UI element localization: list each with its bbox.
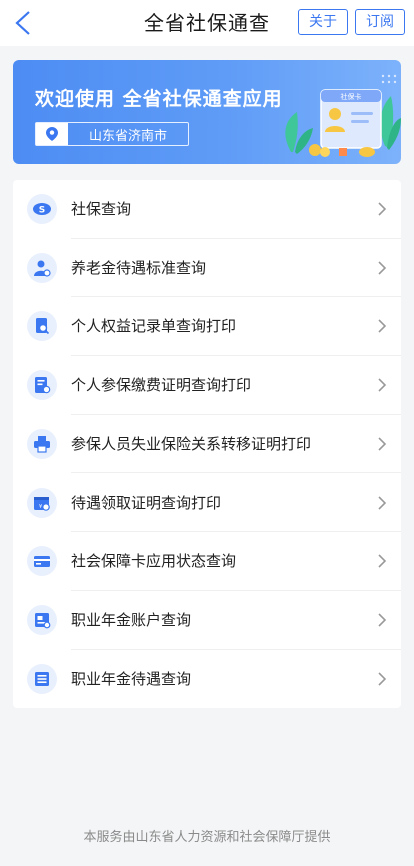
chevron-right-icon — [378, 202, 387, 216]
menu-item-label: 个人权益记录单查询打印 — [71, 317, 237, 336]
card-icon — [27, 546, 57, 577]
menu-item-payment-certificate-print[interactable]: 个人参保缴费证明查询打印 — [13, 356, 401, 415]
social-card-illustration: 社保卡 — [285, 74, 401, 157]
menu-item-label: 社保查询 — [71, 200, 132, 218]
svg-text:¥: ¥ — [39, 504, 42, 510]
menu-item-label: 个人参保缴费证明查询打印 — [71, 376, 252, 395]
payment-certificate-icon — [27, 370, 57, 401]
chevron-right-icon — [378, 554, 387, 568]
menu-item-annuity-account-query[interactable]: 职业年金账户查询 — [13, 591, 401, 650]
menu-item-annuity-benefit-query[interactable]: 职业年金待遇查询 — [13, 650, 401, 709]
chevron-right-icon — [378, 613, 387, 627]
pension-person-icon — [27, 252, 57, 283]
about-button[interactable]: 关于 — [298, 9, 348, 35]
menu-item-label: 职业年金账户查询 — [71, 610, 192, 629]
menu-item-benefit-certificate-print[interactable]: ¥ 待遇领取证明查询打印 — [13, 474, 401, 533]
location-selector[interactable]: 山东省济南市 — [35, 122, 189, 146]
chevron-right-icon — [378, 437, 387, 451]
chevron-right-icon — [378, 378, 387, 392]
menu-item-personal-record-print[interactable]: 个人权益记录单查询打印 — [13, 297, 401, 357]
chevron-right-icon — [378, 319, 387, 333]
top-bar: 全省社保通查 关于 订阅 — [0, 0, 414, 46]
menu-item-pension-standard[interactable]: 养老金待遇标准查询 — [13, 239, 401, 298]
chevron-right-icon — [378, 672, 387, 686]
social-security-icon: S — [27, 194, 57, 224]
svg-text:S: S — [39, 206, 45, 216]
menu-item-label: 待遇领取证明查询打印 — [71, 493, 222, 512]
printer-icon — [27, 428, 57, 459]
welcome-banner: 欢迎使用 全省社保通查应用 山东省济南市 社保卡 — [13, 60, 401, 164]
location-text: 山东省济南市 — [88, 128, 167, 144]
menu-item-unemployment-transfer-print[interactable]: 参保人员失业保险关系转移证明打印 — [13, 415, 401, 474]
banner-title: 欢迎使用 全省社保通查应用 — [35, 88, 283, 110]
chevron-right-icon — [378, 495, 387, 510]
menu-item-label: 养老金待遇标准查询 — [71, 258, 207, 277]
chevron-right-icon — [378, 261, 387, 275]
menu-item-social-security-query[interactable]: S 社保查询 — [13, 180, 401, 239]
account-icon — [27, 604, 57, 635]
location-pin-icon — [36, 123, 68, 145]
subscribe-button[interactable]: 订阅 — [355, 9, 405, 35]
service-menu: S 社保查询 养老金待遇标准查询 个人权益记录单查询打印 个人参保缴费证明查询打… — [13, 180, 401, 708]
page-title: 全省社保通查 — [144, 11, 270, 35]
footer-provider-text: 本服务由山东省人力资源和社会保障厅提供 — [83, 830, 331, 845]
menu-item-label: 参保人员失业保险关系转移证明打印 — [71, 434, 312, 453]
menu-item-label: 职业年金待遇查询 — [71, 669, 192, 688]
card-text: 社保卡 — [341, 92, 362, 101]
list-icon — [27, 663, 57, 694]
menu-item-label: 社会保障卡应用状态查询 — [71, 552, 237, 571]
benefit-certificate-icon: ¥ — [27, 487, 57, 518]
record-search-icon — [27, 311, 57, 342]
menu-item-card-status-query[interactable]: 社会保障卡应用状态查询 — [13, 532, 401, 591]
